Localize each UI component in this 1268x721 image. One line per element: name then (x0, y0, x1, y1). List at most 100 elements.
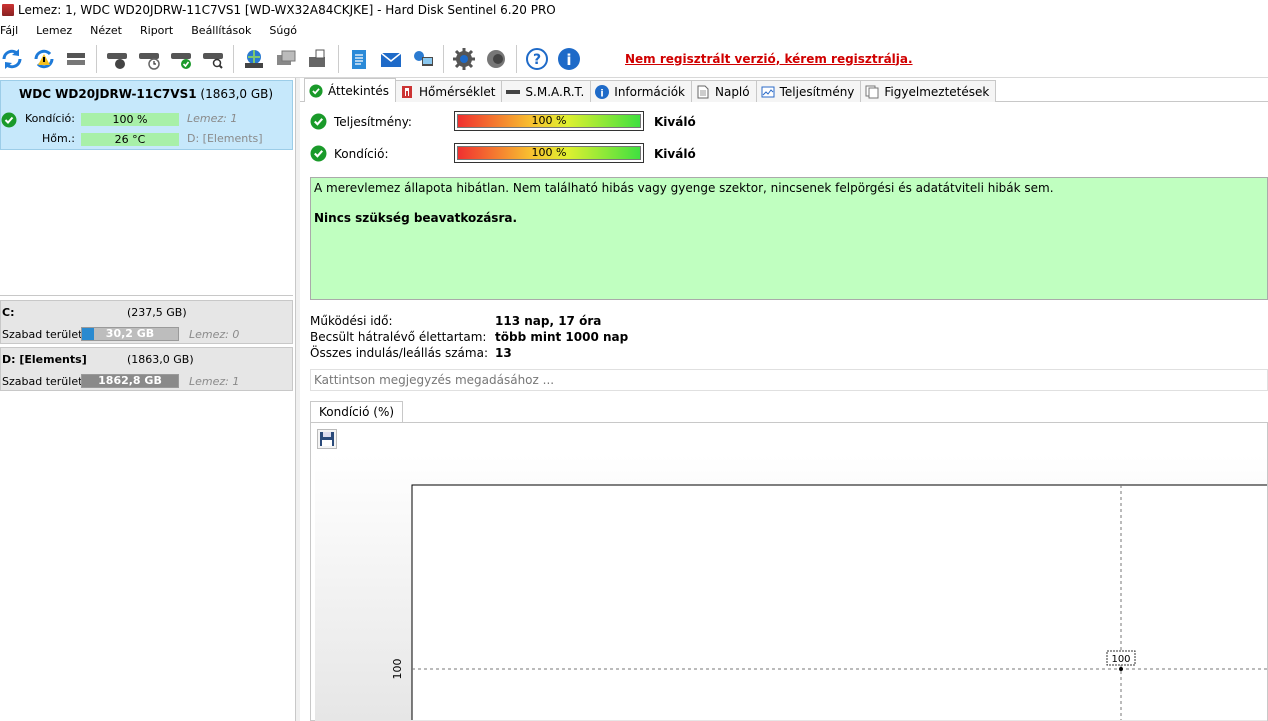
tab-label: S.M.A.R.T. (525, 84, 585, 99)
note-input[interactable]: Kattintson megjegyzés megadásához ... (310, 369, 1268, 391)
free-space-label: Szabad terület (2, 375, 83, 388)
disk-copy-icon[interactable] (272, 45, 300, 73)
tab-temperature[interactable]: Hőmérséklet (395, 80, 503, 102)
sound-icon[interactable] (482, 45, 510, 73)
free-space-value: 1862,8 GB (98, 374, 162, 387)
check-circle-icon (310, 145, 327, 162)
condition-bar: 100 % (454, 143, 644, 163)
disk-schedule-icon[interactable] (135, 45, 163, 73)
tab-smart[interactable]: S.M.A.R.T. (501, 80, 592, 102)
chart-panel: 100 100 (310, 422, 1268, 721)
check-circle-icon (1, 112, 17, 128)
mail-icon[interactable] (377, 45, 405, 73)
tab-information[interactable]: i Információk (590, 80, 692, 102)
disk-name-line: WDC WD20JDRW-11C7VS1 (1863,0 GB) (19, 87, 273, 101)
tab-bar: Áttekintés Hőmérséklet S.M.A.R.T. i Info… (304, 78, 997, 102)
volume-disk-ref: Lemez: 1 (189, 375, 240, 388)
volume-d[interactable]: D: [Elements] (1863,0 GB) Szabad terület… (0, 347, 293, 391)
free-space-value: 30,2 GB (105, 327, 155, 340)
chart-tab-condition[interactable]: Kondíció (%) (310, 401, 404, 423)
tab-label: Teljesítmény (779, 84, 855, 99)
volume-disk-ref: Lemez: 0 (189, 328, 240, 341)
detail-pane: Áttekintés Hőmérséklet S.M.A.R.T. i Info… (300, 78, 1268, 721)
disk-info-icon[interactable] (103, 45, 131, 73)
register-link[interactable]: Nem regisztrált verzió, kérem regisztrál… (625, 52, 913, 66)
disk-icon[interactable] (62, 45, 90, 73)
volume-name: D: [Elements] (2, 353, 87, 366)
tab-log[interactable]: Napló (690, 80, 757, 102)
performance-value: 100 % (531, 114, 567, 127)
app-icon (2, 4, 14, 16)
performance-rating: Kiváló (654, 115, 696, 129)
refresh-warning-icon[interactable] (30, 45, 58, 73)
condition-label: Kondíció: (25, 112, 75, 125)
toolbar-separator (233, 44, 234, 73)
chart-icon (761, 85, 775, 99)
menu-view[interactable]: Nézet (90, 24, 131, 37)
tab-label: Hőmérséklet (419, 84, 496, 99)
title-bar: Lemez: 1, WDC WD20JDRW-11C7VS1 [WD-WX32A… (0, 0, 1268, 20)
data-point (1119, 667, 1123, 671)
menu-help[interactable]: Súgó (269, 24, 306, 37)
tab-overview[interactable]: Áttekintés (304, 78, 397, 102)
svg-text:i: i (601, 88, 604, 99)
document-icon (696, 85, 710, 99)
disk-search-icon[interactable] (199, 45, 227, 73)
window-title: Lemez: 1, WDC WD20JDRW-11C7VS1 [WD-WX32A… (18, 3, 556, 17)
y-tick-label: 100 (391, 659, 404, 680)
status-text: A merevlemez állapota hibátlan. Nem talá… (314, 181, 1054, 195)
menu-settings[interactable]: Beállítások (191, 24, 260, 37)
info-icon[interactable]: i (555, 45, 583, 73)
report-icon[interactable] (345, 45, 373, 73)
performance-label: Teljesítmény: (334, 115, 412, 129)
drive-ref: D: [Elements] (187, 132, 263, 145)
toolbar: ? i Nem regisztrált verzió, kérem regisz… (0, 40, 1268, 78)
toolbar-separator (443, 44, 444, 73)
disk-check-icon[interactable] (167, 45, 195, 73)
condition-bar: 100 % (81, 113, 179, 126)
volume-size: (1863,0 GB) (127, 353, 194, 366)
start-stop-count-value: 13 (495, 346, 512, 360)
menu-report[interactable]: Riport (140, 24, 182, 37)
volume-name: C: (2, 306, 15, 319)
data-label: 100 (1111, 654, 1130, 665)
remaining-lifetime-value: több mint 1000 nap (495, 330, 629, 344)
help-icon[interactable]: ? (523, 45, 551, 73)
disk-export-icon[interactable] (304, 45, 332, 73)
condition-label: Kondíció: (334, 147, 389, 161)
menu-disk[interactable]: Lemez (36, 24, 81, 37)
disk-size: (1863,0 GB) (200, 87, 274, 101)
start-stop-count-label: Összes indulás/leállás száma: (310, 346, 488, 360)
remaining-lifetime-label: Becsült hátralévő élettartam: (310, 330, 487, 344)
check-circle-icon (309, 83, 323, 98)
toolbar-separator (516, 44, 517, 73)
action-text: Nincs szükség beavatkozásra. (314, 211, 518, 225)
smart-icon (506, 85, 521, 99)
disk-list-pane: WDC WD20JDRW-11C7VS1 (1863,0 GB) Kondíci… (0, 78, 296, 721)
condition-chart: 100 100 (391, 484, 1267, 720)
toolbar-separator (338, 44, 339, 73)
volume-c[interactable]: C: (237,5 GB) Szabad terület 30,2 GB Lem… (0, 300, 293, 344)
tab-label: Figyelmeztetések (884, 84, 990, 99)
network-disk-icon[interactable] (240, 45, 268, 73)
condition-value: 100 % (531, 146, 567, 159)
share-icon[interactable] (409, 45, 437, 73)
tab-alerts[interactable]: Figyelmeztetések (860, 80, 997, 102)
chart-tab-bar: Kondíció (%) (310, 401, 404, 423)
menu-file[interactable]: Fájl (0, 24, 27, 37)
svg-text:i: i (566, 51, 571, 69)
disk-ref: Lemez: 1 (187, 112, 238, 125)
performance-bar: 100 % (454, 111, 644, 131)
free-space-bar: 30,2 GB (81, 327, 179, 341)
disk-card[interactable]: WDC WD20JDRW-11C7VS1 (1863,0 GB) Kondíci… (0, 80, 293, 150)
tab-label: Áttekintés (328, 83, 390, 98)
disk-name: WDC WD20JDRW-11C7VS1 (19, 87, 197, 101)
free-space-label: Szabad terület (2, 328, 83, 341)
tab-performance[interactable]: Teljesítmény (755, 80, 862, 102)
svg-text:?: ? (533, 52, 541, 68)
alerts-icon (865, 85, 879, 99)
temperature-bar: 26 °C (81, 133, 179, 146)
settings-icon[interactable] (450, 45, 478, 73)
refresh-icon[interactable] (0, 45, 26, 73)
power-on-time-label: Működési idő: (310, 314, 393, 328)
